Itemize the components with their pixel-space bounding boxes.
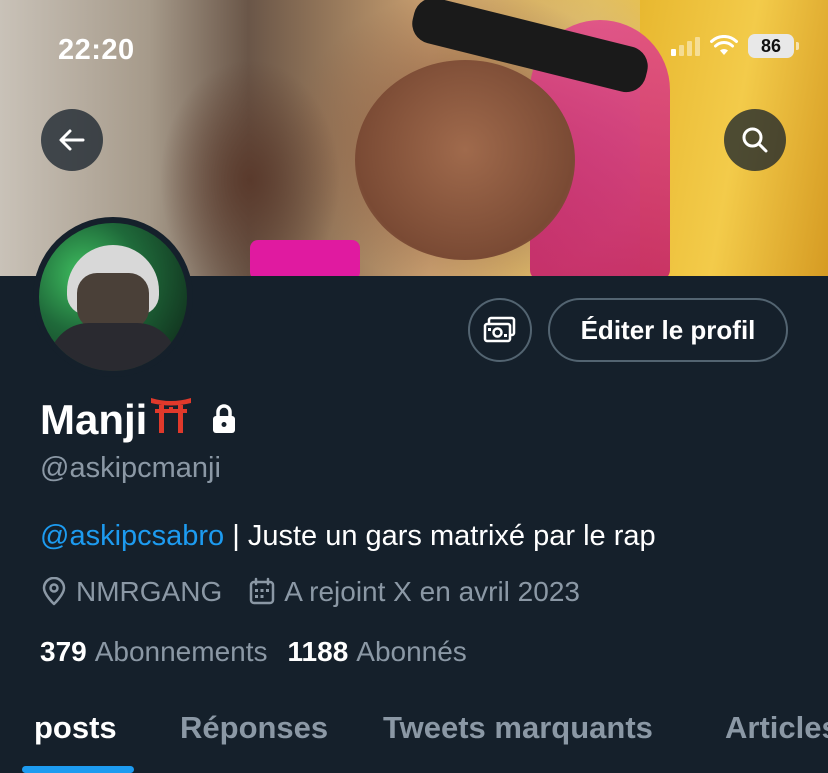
- money-icon: [483, 316, 516, 343]
- banner-sleeve: [250, 240, 360, 276]
- battery-icon: 86: [748, 34, 799, 58]
- following-link[interactable]: 379 Abonnements: [40, 636, 268, 668]
- search-button[interactable]: [724, 109, 786, 171]
- following-count: 379: [40, 636, 87, 667]
- location-item: NMRGANG: [40, 576, 222, 608]
- followers-count: 1188: [287, 636, 349, 667]
- profile-tabs: posts Réponses Tweets marquants Articles: [0, 700, 828, 773]
- subscription-button[interactable]: [468, 298, 532, 362]
- status-icons: 86: [671, 34, 799, 58]
- following-label: Abonnements: [94, 636, 268, 667]
- bio-text: | Juste un gars matrixé par le rap: [224, 520, 656, 552]
- bio-mention-link[interactable]: @askipcsabro: [40, 520, 224, 552]
- followers-link[interactable]: 1188 Abonnés: [288, 636, 467, 668]
- tab-articles[interactable]: Articles: [725, 700, 828, 746]
- cellular-signal-icon: [671, 36, 700, 56]
- followers-label: Abonnés: [356, 636, 467, 667]
- avatar-image: [39, 223, 187, 371]
- wifi-icon: [710, 35, 738, 55]
- tab-tweets-marquants[interactable]: Tweets marquants: [383, 700, 653, 746]
- back-button[interactable]: [41, 109, 103, 171]
- follow-stats: 379 Abonnements 1188 Abonnés: [40, 636, 467, 668]
- calendar-icon: [249, 577, 275, 605]
- display-name: Manji: [40, 394, 193, 444]
- joined-text: A rejoint X en avril 2023: [284, 576, 580, 607]
- edit-profile-button[interactable]: Éditer le profil: [548, 298, 788, 362]
- lock-icon: [213, 404, 236, 433]
- status-time: 22:20: [58, 34, 135, 66]
- tab-reponses[interactable]: Réponses: [180, 700, 328, 746]
- location-pin-icon: [42, 577, 66, 606]
- profile-meta: NMRGANG A rejoint X en avril 2023: [40, 576, 580, 608]
- active-tab-indicator: [22, 766, 134, 773]
- profile-bio: @askipcsabro | Juste un gars matrixé par…: [40, 520, 656, 553]
- joined-item: A rejoint X en avril 2023: [248, 576, 580, 608]
- search-icon: [742, 127, 768, 153]
- profile-name-row: Manji: [40, 394, 237, 444]
- location-text: NMRGANG: [76, 576, 223, 607]
- banner-face: [355, 60, 575, 260]
- profile-handle: @askipcmanji: [40, 452, 221, 484]
- avatar[interactable]: [33, 217, 193, 377]
- tab-posts[interactable]: posts: [34, 700, 117, 746]
- torii-emoji: [149, 394, 193, 444]
- arrow-left-icon: [59, 129, 85, 151]
